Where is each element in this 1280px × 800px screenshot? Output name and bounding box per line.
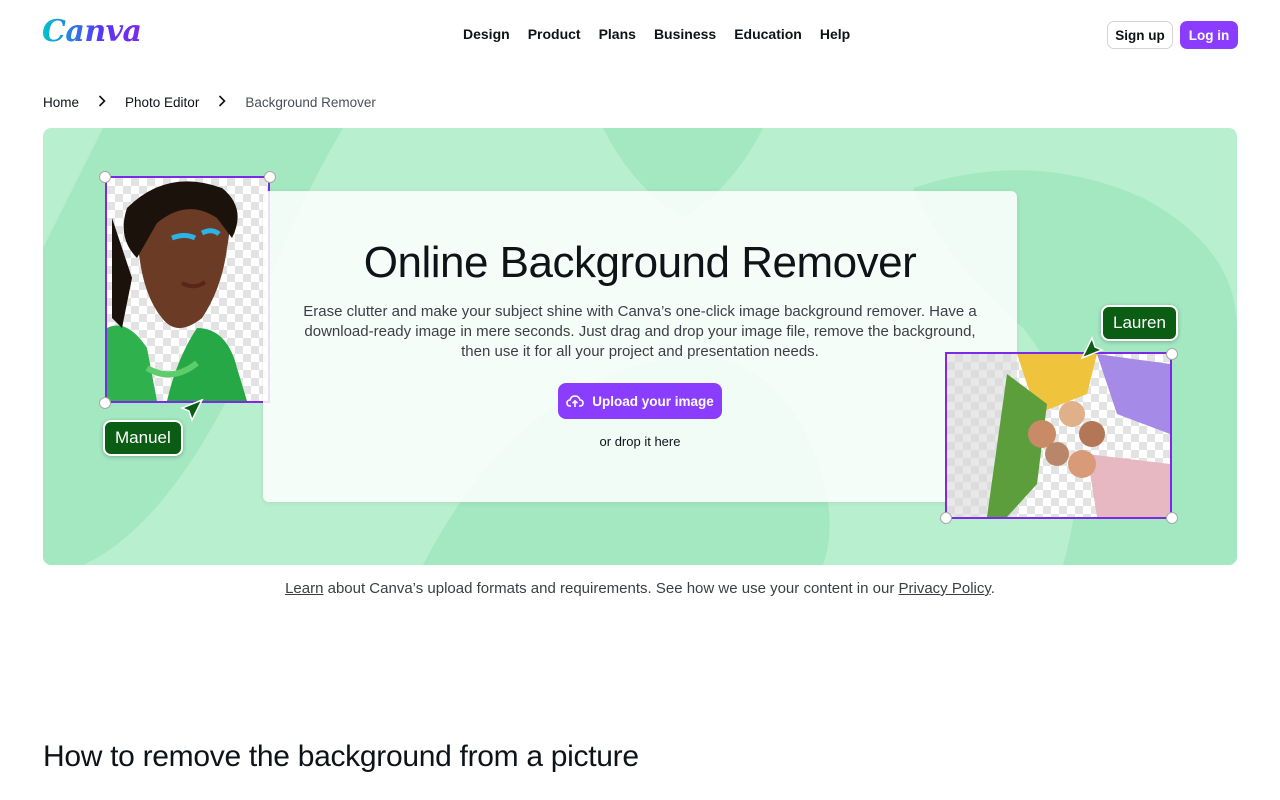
nav-plans[interactable]: Plans (599, 26, 636, 42)
nav-business[interactable]: Business (654, 26, 716, 42)
resize-handle[interactable] (940, 512, 952, 524)
learn-link[interactable]: Learn (285, 580, 323, 597)
collaborator-tag-manuel: Manuel (103, 420, 183, 456)
chevron-right-icon (91, 94, 113, 110)
breadcrumb-home[interactable]: Home (43, 95, 79, 110)
cloud-upload-icon (566, 395, 585, 407)
upload-button-label: Upload your image (592, 393, 714, 409)
chevron-right-icon (211, 94, 233, 110)
collaborator-tag-lauren: Lauren (1101, 305, 1178, 341)
upload-image-button[interactable]: Upload your image (558, 383, 722, 419)
subject-photo-right[interactable] (945, 352, 1172, 519)
cursor-pointer-icon (1080, 336, 1104, 360)
resize-handle[interactable] (1166, 348, 1178, 360)
page-title: Online Background Remover (363, 238, 917, 287)
log-in-button[interactable]: Log in (1180, 21, 1238, 49)
breadcrumb: Home Photo Editor Background Remover (43, 94, 376, 110)
cursor-pointer-icon (180, 398, 204, 422)
legal-text: about Canva’s upload formats and require… (323, 580, 899, 597)
drop-hint: or drop it here (599, 434, 681, 449)
upload-legal-notice: Learn about Canva’s upload formats and r… (0, 580, 1280, 597)
nav-product[interactable]: Product (528, 26, 581, 42)
resize-handle[interactable] (264, 171, 276, 183)
section-heading: How to remove the background from a pict… (43, 740, 639, 773)
resize-handle[interactable] (99, 171, 111, 183)
tag-label: Manuel (115, 428, 171, 447)
site-header: Canva Design Product Plans Business Educ… (0, 0, 1280, 70)
main-nav: Design Product Plans Business Education … (463, 26, 850, 42)
hero-description: Erase clutter and make your subject shin… (303, 303, 977, 360)
resize-handle[interactable] (1166, 512, 1178, 524)
resize-handle[interactable] (99, 397, 111, 409)
privacy-policy-link[interactable]: Privacy Policy (899, 580, 991, 597)
group-photo-image (947, 354, 1170, 517)
nav-help[interactable]: Help (820, 26, 850, 42)
sign-up-button[interactable]: Sign up (1107, 21, 1173, 49)
tag-label: Lauren (1113, 313, 1166, 332)
nav-design[interactable]: Design (463, 26, 510, 42)
subject-photo-left[interactable] (105, 176, 270, 403)
canva-logo[interactable]: Canva (42, 14, 142, 49)
nav-education[interactable]: Education (734, 26, 802, 42)
breadcrumb-current: Background Remover (245, 94, 376, 110)
breadcrumb-photo-editor[interactable]: Photo Editor (125, 95, 199, 110)
woman-portrait-image (107, 181, 247, 401)
legal-end: . (990, 580, 995, 597)
